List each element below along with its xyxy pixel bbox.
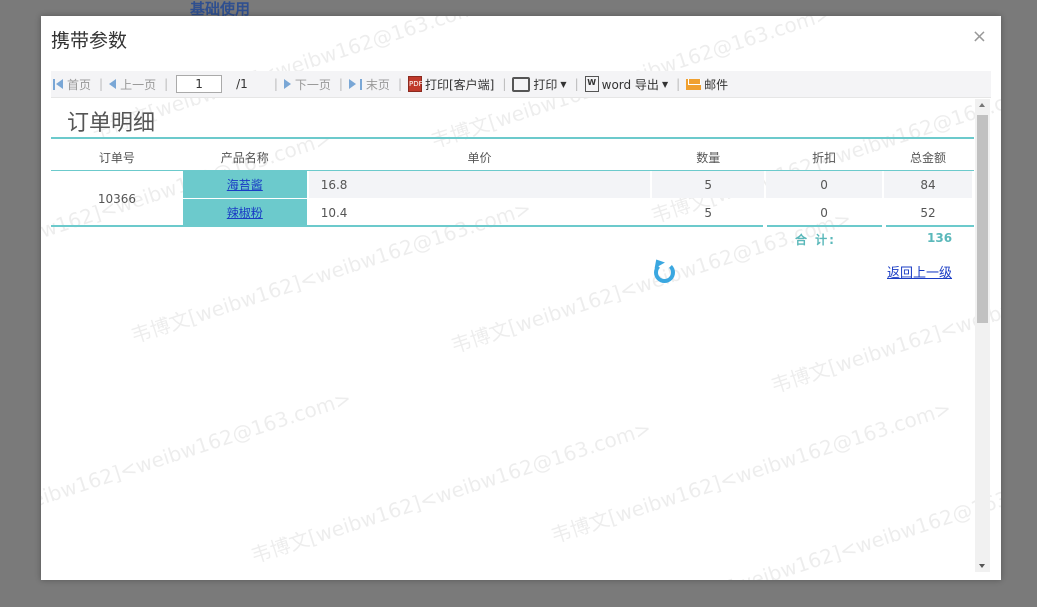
first-page-button[interactable]: 首页 — [53, 76, 91, 93]
close-icon[interactable]: × — [972, 28, 987, 46]
chevron-down-icon: ▼ — [661, 79, 669, 89]
total-label: 合 计: — [795, 233, 836, 247]
divider — [51, 225, 763, 227]
word-export-dropdown-button[interactable]: W word 导出 ▼ — [584, 76, 669, 93]
page-total: /1 — [236, 77, 248, 91]
divider — [51, 170, 974, 171]
vertical-scrollbar[interactable] — [975, 99, 990, 572]
amount-cell: 84 — [884, 171, 972, 198]
column-header: 折扣 — [812, 150, 837, 165]
print-client-button[interactable]: PDF 打印[客户端] — [407, 76, 494, 93]
order-id-cell: 10366 — [97, 191, 137, 206]
print-dropdown-button[interactable]: 打印 ▼ — [512, 76, 567, 93]
first-page-icon — [53, 78, 55, 90]
prev-page-icon — [109, 79, 117, 89]
qty-cell: 5 — [704, 205, 713, 220]
table-header-row: 订单号 产品名称 单价 数量 折扣 总金额 — [53, 144, 972, 170]
product-link[interactable]: 海苔酱 — [227, 178, 263, 192]
report-toolbar: 首页 | 上一页 | /1 | 下一页 | 末页 | PDF 打印[客户端] |… — [51, 71, 991, 98]
next-page-button[interactable]: 下一页 — [283, 76, 331, 93]
discount-cell: 0 — [766, 171, 883, 198]
divider — [767, 225, 882, 227]
amount-cell: 52 — [920, 205, 936, 220]
discount-cell: 0 — [820, 205, 828, 220]
report-content: 订单明细 订单号 产品名称 单价 数量 折扣 总金额 10366 海苔酱 16.… — [51, 99, 975, 572]
chevron-down-icon: ▼ — [560, 79, 567, 89]
column-header: 数量 — [696, 150, 721, 165]
price-cell: 10.4 — [320, 205, 348, 220]
word-icon: W — [584, 76, 599, 92]
back-link[interactable]: 返回上一级 — [887, 262, 952, 281]
product-link[interactable]: 辣椒粉 — [227, 206, 263, 220]
scrollbar-thumb[interactable] — [977, 115, 988, 323]
table-row: 10366 海苔酱 16.8 5 0 84 — [53, 171, 972, 206]
last-page-icon — [348, 79, 356, 89]
next-page-icon — [283, 79, 291, 89]
mail-icon — [686, 78, 702, 90]
page-number-input[interactable] — [176, 75, 223, 93]
table-row: 辣椒粉 10.4 5 0 52 — [53, 199, 972, 226]
price-cell: 16.8 — [308, 171, 651, 198]
last-page-button[interactable]: 末页 — [348, 76, 390, 93]
column-header: 总金额 — [910, 150, 947, 165]
qty-cell: 5 — [652, 171, 765, 198]
pdf-print-icon: PDF — [407, 76, 423, 92]
column-header: 单价 — [467, 150, 492, 165]
printer-icon — [512, 76, 531, 92]
divider — [51, 137, 974, 139]
order-detail-table: 订单号 产品名称 单价 数量 折扣 总金额 10366 海苔酱 16.8 5 0… — [51, 143, 974, 227]
report-title: 订单明细 — [67, 111, 156, 136]
column-header: 产品名称 — [220, 150, 269, 165]
scroll-down-icon[interactable] — [979, 564, 985, 568]
total-value: 136 — [927, 231, 953, 245]
column-header: 订单号 — [98, 150, 135, 165]
mail-button[interactable]: 邮件 — [686, 76, 728, 93]
product-cell: 海苔酱 — [182, 171, 307, 198]
report-modal: 韦博文[weibw162]<weibw162@163.com> 韦博文[weib… — [41, 16, 1001, 580]
modal-title: 携带参数 — [51, 30, 128, 52]
divider — [886, 225, 974, 227]
product-cell: 辣椒粉 — [182, 199, 307, 226]
prev-page-button[interactable]: 上一页 — [109, 76, 156, 93]
scroll-up-icon[interactable] — [979, 103, 985, 107]
